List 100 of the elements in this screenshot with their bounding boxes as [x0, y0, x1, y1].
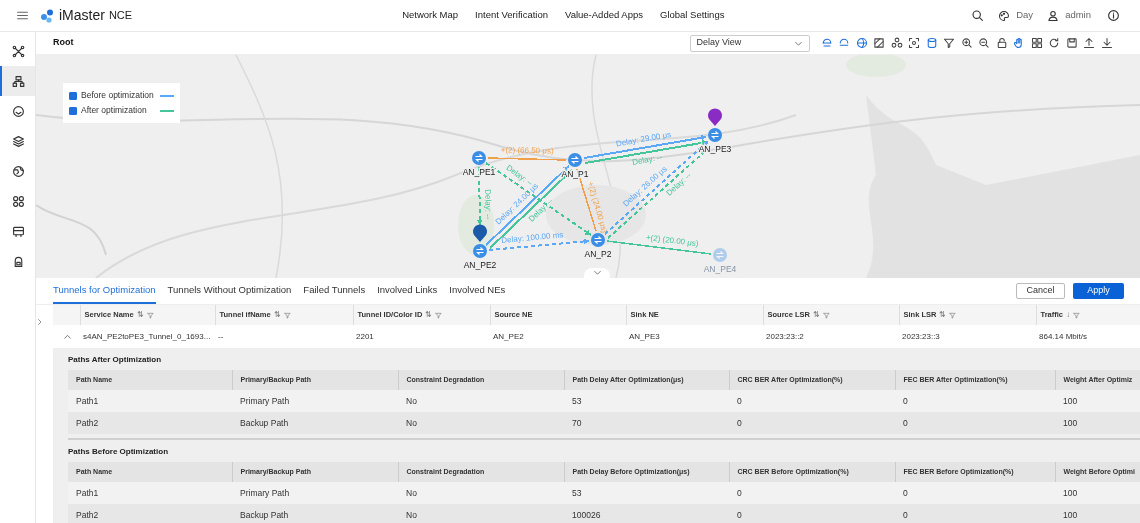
sort-toggle[interactable]: ⇅	[425, 309, 433, 321]
link-label: Delay: 100.00 ms	[500, 230, 564, 245]
table-cell: 100	[1055, 390, 1140, 412]
table-cell: 0	[729, 504, 895, 523]
sidebar-item[interactable]	[0, 66, 35, 96]
table-cell: AN_PE2	[490, 325, 626, 348]
hatch-icon[interactable]	[873, 37, 885, 49]
apps-icon	[12, 194, 25, 208]
zoom-in-icon[interactable]	[960, 37, 973, 49]
link-label: Delay: --	[631, 152, 663, 167]
zoom-out-icon[interactable]	[978, 37, 990, 49]
download-icon[interactable]	[1100, 37, 1113, 49]
table-cell: 0	[729, 412, 895, 434]
view-select[interactable]: Delay View	[689, 34, 810, 52]
table-cell: 0	[895, 390, 1055, 412]
section-title: Paths After Optimization	[68, 354, 163, 366]
product-suffix: NCE	[108, 8, 133, 24]
topology-icon	[12, 44, 25, 58]
link-label: Delay: 29.00 μs	[615, 129, 672, 149]
node-label: AN_PE4	[703, 264, 737, 274]
refresh-icon[interactable]	[1048, 37, 1060, 49]
save-icon[interactable]	[1065, 37, 1078, 49]
globe-icon	[12, 164, 25, 178]
filter-icon[interactable]	[943, 37, 955, 49]
layers-icon	[12, 134, 25, 148]
nav-link[interactable]: Value-Added Apps	[565, 8, 643, 23]
table-cell: 0	[895, 412, 1055, 434]
cancel-button[interactable]: Cancel	[1016, 283, 1065, 299]
chevron-down-icon	[592, 268, 602, 277]
tab[interactable]: Involved Links	[377, 276, 438, 304]
table-cell: 53	[564, 482, 729, 504]
table-cell: 0	[729, 390, 895, 412]
node-label: AN_PE1	[462, 167, 496, 177]
table-cell: Path2	[68, 412, 232, 434]
chevron-right-icon	[36, 317, 44, 326]
table-cell: 2023:23::3	[899, 325, 1036, 348]
table-cell: No	[398, 504, 564, 523]
table-cell: Primary Path	[232, 482, 398, 504]
router-node[interactable]	[591, 233, 605, 247]
nav-link[interactable]: Intent Verification	[475, 8, 548, 23]
table-cell: 100	[1055, 504, 1140, 523]
tab[interactable]: Failed Tunnels	[303, 276, 366, 304]
router-node[interactable]	[568, 153, 582, 167]
info-icon[interactable]	[1107, 9, 1120, 22]
table-cell: 100	[1055, 482, 1140, 504]
tab[interactable]: Tunnels Without Optimization	[167, 276, 292, 304]
search-icon[interactable]	[971, 9, 985, 22]
table-cell: Backup Path	[232, 504, 398, 523]
product-name: iMaster	[59, 6, 105, 25]
nodes-icon[interactable]	[890, 37, 903, 49]
network-icon	[12, 74, 25, 88]
database-icon[interactable]	[925, 37, 938, 49]
user-name[interactable]: admin	[1065, 8, 1091, 23]
legend-label: Before optimization	[81, 89, 154, 102]
collapse-handle[interactable]	[584, 268, 610, 278]
router-node[interactable]	[473, 244, 487, 258]
nav-link[interactable]: Network Map	[402, 8, 459, 23]
grid-icon[interactable]	[1030, 37, 1043, 49]
hand-icon[interactable]	[1013, 37, 1025, 49]
user-icon[interactable]	[1047, 9, 1060, 22]
node-label: AN_P2	[584, 249, 612, 259]
sort-toggle[interactable]: ⇅	[136, 309, 144, 321]
tab[interactable]: Involved NEs	[449, 276, 506, 304]
globe-icon[interactable]	[855, 37, 868, 49]
upload-icon[interactable]	[1083, 37, 1095, 49]
breadcrumb-label: Root	[53, 36, 74, 50]
table-cell: AN_PE3	[626, 325, 763, 348]
sort-toggle[interactable]: ⇅	[813, 309, 820, 321]
table-cell: 2023:23::2	[763, 325, 899, 348]
node-label: AN_PE3	[698, 144, 732, 154]
table-cell: 0	[895, 504, 1055, 523]
table-cell: No	[398, 412, 564, 434]
focus-icon[interactable]	[908, 37, 920, 49]
palette-icon[interactable]	[998, 9, 1011, 22]
checkbox[interactable]	[69, 91, 77, 100]
apply-button[interactable]: Apply	[1073, 283, 1124, 299]
table-cell: 0	[895, 482, 1055, 504]
sort-toggle[interactable]: ⇅	[939, 309, 947, 321]
menu-icon[interactable]	[16, 9, 29, 22]
table-cell: Backup Path	[232, 412, 398, 434]
table-cell: Path1	[68, 390, 232, 412]
nav-link[interactable]: Global Settings	[660, 8, 725, 23]
section-title: Paths Before Optimization	[68, 446, 169, 458]
checkbox[interactable]	[69, 106, 77, 115]
router-node[interactable]	[472, 151, 486, 165]
table-cell: 2201	[353, 325, 490, 348]
lock-icon[interactable]	[995, 37, 1008, 49]
sort-toggle[interactable]: ⇅	[273, 309, 281, 321]
table-cell: 53	[564, 390, 729, 412]
router-node[interactable]	[708, 128, 722, 142]
table-cell: No	[398, 482, 564, 504]
router-node[interactable]	[713, 248, 727, 262]
table-cell: 70	[564, 412, 729, 434]
table-cell: 100	[1055, 412, 1140, 434]
table-cell: 864.14 Mbit/s	[1036, 325, 1140, 348]
theme-label[interactable]: Day	[1016, 8, 1034, 23]
logo-icon	[39, 7, 55, 24]
table-cell: --	[215, 325, 353, 348]
device-icon	[12, 224, 25, 238]
sort-toggle[interactable]: ↓	[1066, 309, 1070, 321]
